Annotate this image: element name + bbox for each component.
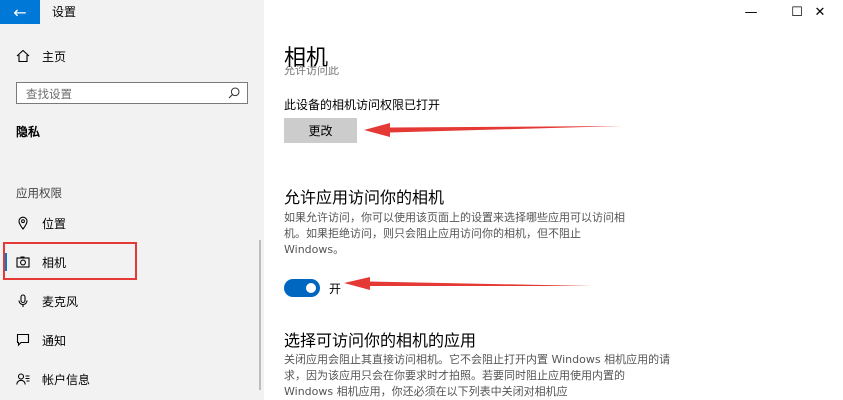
annotation-arrow bbox=[344, 277, 592, 290]
allow-apps-description: 如果允许访问，你可以使用该页面上的设置来选择哪些应用可以访问相机。如果拒绝访问，… bbox=[284, 211, 625, 256]
sidebar-item-label: 麦克风 bbox=[42, 295, 79, 309]
choose-apps-description: 关闭应用会阻止其直接访问相机。它不会阻止打开内置 Windows 相机应用的请求… bbox=[284, 353, 671, 398]
search-icon[interactable] bbox=[227, 86, 241, 100]
section-title: 隐私 bbox=[16, 125, 41, 139]
sidebar-item-account-info[interactable]: 帐户信息 bbox=[0, 362, 264, 396]
sidebar-item-label: 通知 bbox=[42, 334, 67, 348]
annotation-arrow bbox=[364, 123, 622, 137]
microphone-icon bbox=[18, 294, 28, 307]
toggle-knob bbox=[306, 283, 316, 293]
home-icon bbox=[16, 49, 30, 63]
search-input[interactable]: 查找设置 bbox=[16, 82, 248, 104]
annotation-highlight-box bbox=[3, 242, 137, 280]
location-icon bbox=[18, 216, 28, 230]
allow-apps-heading: 允许应用访问你的相机 bbox=[284, 188, 445, 207]
account-info-icon bbox=[16, 373, 30, 385]
device-access-status: 此设备的相机访问权限已打开 bbox=[284, 98, 441, 112]
notification-icon bbox=[16, 333, 30, 347]
clipped-text: 允许访问此 bbox=[284, 66, 339, 76]
main-content: 相机 允许访问此 此设备的相机访问权限已打开 更改 允许应用访问你的相机 如果允… bbox=[264, 0, 843, 400]
sidebar-scrollbar[interactable] bbox=[259, 240, 261, 390]
window-title: 设置 bbox=[52, 5, 77, 19]
change-button[interactable]: 更改 bbox=[284, 118, 357, 143]
home-label: 主页 bbox=[42, 49, 67, 64]
back-button[interactable]: ← bbox=[0, 0, 40, 24]
sidebar: 主页 查找设置 隐私 应用权限 位置 相机 麦克风 通知 帐户信息 bbox=[0, 0, 264, 400]
search-placeholder: 查找设置 bbox=[26, 87, 72, 101]
home-link[interactable]: 主页 bbox=[16, 46, 66, 66]
sidebar-item-location[interactable]: 位置 bbox=[0, 206, 264, 240]
group-label: 应用权限 bbox=[16, 186, 62, 200]
sidebar-item-notifications[interactable]: 通知 bbox=[0, 323, 264, 357]
sidebar-item-label: 帐户信息 bbox=[42, 373, 91, 387]
sidebar-item-microphone[interactable]: 麦克风 bbox=[0, 284, 264, 318]
choose-apps-heading: 选择可访问你的相机的应用 bbox=[284, 331, 477, 350]
allow-apps-toggle[interactable] bbox=[284, 279, 320, 297]
sidebar-item-label: 位置 bbox=[42, 217, 67, 231]
